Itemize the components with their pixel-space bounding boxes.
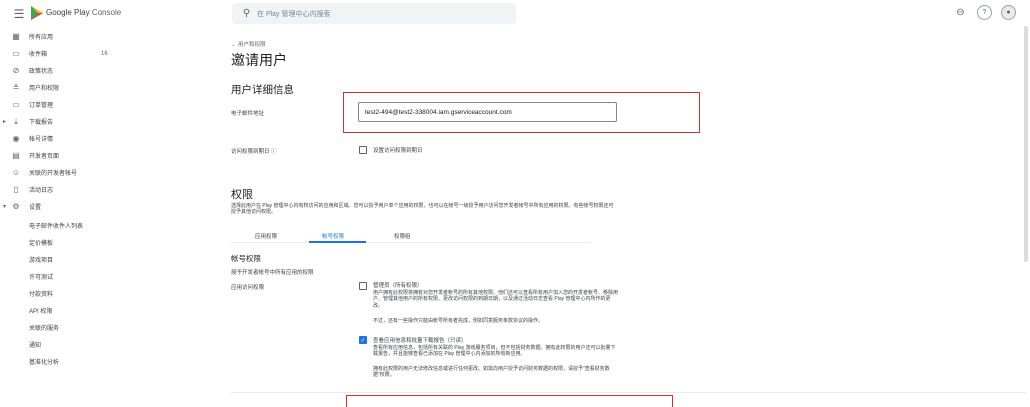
hamburger-menu-icon[interactable]: ☰ [12,7,26,21]
admin-permission-title: 管理员（所有权限） [373,283,423,289]
search-box[interactable]: ⚲ 在 Play 管理中心内搜索 [232,3,516,24]
info-icon[interactable]: ⓘ [271,149,277,155]
log-icon: ▯ [13,185,19,194]
sidebar-item-developer-page[interactable]: ▤ 开发者页面 [0,147,59,164]
sidebar-nav: ▦ 所有应用 ▭ 收件箱 16 ⊘ 政策状态 ≗ 用户和权限 ▭ 订单管理 ▸ ⤓ 下载报告 ◉… [0,28,210,400]
account-avatar-icon[interactable]: ● [1001,5,1016,20]
expiry-checkbox[interactable] [359,146,367,154]
sidebar-sub-email-lists[interactable]: 电子邮件收件人列表 [29,221,83,230]
sidebar-item-linked-dev-accounts[interactable]: ☺ 关联的开发者帐号 [0,164,77,181]
sidebar-item-order-management[interactable]: ▭ 订单管理 [0,96,53,113]
email-field-value: test2-494@test2-338004.iam.gserviceaccou… [365,109,512,116]
linked-account-icon: ☺ [11,168,21,177]
sidebar-item-all-apps[interactable]: ▦ 所有应用 [0,28,53,45]
scrollbar[interactable] [1024,26,1028,262]
sidebar-sub-notifications[interactable]: 通知 [29,340,41,349]
google-play-console-logo[interactable] [30,5,44,21]
link-icon[interactable]: ⊖ [953,5,968,20]
view-app-info-checkbox[interactable]: ✓ [359,336,367,344]
account-circle-icon: ◉ [12,134,20,143]
sidebar-item-activity-log[interactable]: ▯ 活动日志 [0,181,53,198]
sidebar-sub-pricing-templates[interactable]: 定价模板 [29,238,53,247]
search-placeholder[interactable]: 在 Play 管理中心内搜索 [257,9,331,19]
sidebar-sub-license-testing[interactable]: 许可测试 [29,272,53,281]
back-link[interactable]: ← 用户和权限 [231,40,266,48]
email-field[interactable]: test2-494@test2-338004.iam.gserviceaccou… [358,102,617,122]
email-label: 电子邮件地址 [231,111,265,117]
admin-permission-checkbox[interactable] [359,282,367,290]
download-icon: ⤓ [14,116,18,126]
sidebar-sub-payments-profile[interactable]: 付款资料 [29,289,53,298]
view-app-info-title: 查看应用信息和批量下载报告（只读） [373,338,467,344]
card-icon: ▭ [12,100,20,109]
account-permissions-subheading: 授予开发者帐号中所有应用的权限 [231,270,314,276]
expiry-checkbox-label: 设置访问权限到期日 [373,148,423,154]
users-icon: ≗ [12,83,20,92]
permissions-description: 选择此用户在 Play 管理中心内有权访问的应用和区域。您可以授予用户单个应用的… [231,203,614,216]
top-app-bar: ☰ Google Play Console ⚲ 在 Play 管理中心内搜索 ⊖… [0,0,1030,28]
expiry-label: 访问权限到期日 ⓘ [231,149,277,155]
help-icon[interactable]: ? [977,5,992,20]
check-icon: ✓ [360,337,366,344]
sidebar-item-users-permissions[interactable]: ≗ 用户和权限 [0,79,59,96]
inbox-icon: ▭ [12,49,20,58]
inbox-count-badge: 16 [101,50,108,57]
admin-permission-description: 用户拥有此权限将拥有对您开发者帐号的所有其他权限。他们还可以查看所有用户加入您的… [373,290,619,309]
sidebar-sub-api-access[interactable]: API 权限 [29,306,52,315]
active-tab-indicator [309,241,366,243]
admin-permission-note: 不过，还有一些操作只能由帐号所有者完成，例如同意服务条款协议的操作。 [373,318,544,324]
highlight-box-bottom [346,395,673,407]
tab-app-permissions[interactable]: 应用权限 [255,232,277,240]
page-icon: ▤ [12,151,20,160]
sidebar-sub-benchmarking[interactable]: 基准化分析 [29,357,59,366]
brand-name: Google Play Console [46,8,122,17]
policy-check-icon: ⊘ [12,66,20,75]
permission-tabs: 应用权限 帐号权限 权限组 [231,229,591,243]
app-access-label: 应用访问权限 [231,285,265,291]
tab-account-permissions[interactable]: 帐号权限 [322,232,344,240]
sidebar-item-inbox[interactable]: ▭ 收件箱 16 [0,45,107,62]
apps-grid-icon: ▦ [12,32,20,41]
sidebar-sub-game-projects[interactable]: 游戏项目 [29,255,53,264]
permissions-heading: 权限 [231,189,253,201]
page-title: 邀请用户 [231,52,287,68]
sidebar-item-settings[interactable]: ▾ ⚙ 设置 [0,198,41,215]
sidebar-item-policy-status[interactable]: ⊘ 政策状态 [0,62,53,79]
sidebar-item-account-details[interactable]: ◉ 帐号详情 [0,130,54,147]
section-divider [231,392,1026,393]
sidebar-sub-linked-services[interactable]: 关联的服务 [29,323,59,332]
tab-permission-groups[interactable]: 权限组 [394,232,411,240]
gear-icon: ⚙ [12,202,20,211]
expand-caret-icon[interactable]: ▸ [3,118,6,125]
account-permissions-heading: 帐号权限 [231,254,261,263]
search-icon: ⚲ [242,8,251,19]
sidebar-item-download-reports[interactable]: ▸ ⤓ 下载报告 [0,113,53,130]
view-app-info-note: 拥有此权限的用户无法修改信息或进行任何更改。如需向用户授予访问财务数据的权限，请… [373,366,610,379]
collapse-caret-icon[interactable]: ▾ [3,203,6,210]
view-app-info-description: 查看所有应用信息，包括所有关联的 Play 游戏服务项目，但不包括财务数据。拥有… [373,345,616,358]
user-details-heading: 用户详细信息 [231,84,294,96]
